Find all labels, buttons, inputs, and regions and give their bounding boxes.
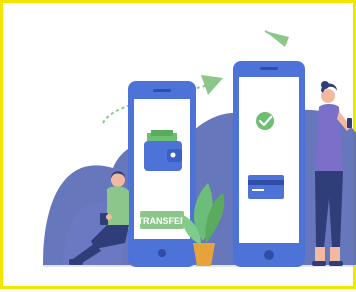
left-phone-home-button <box>158 249 166 257</box>
arrow-icon <box>201 75 223 95</box>
right-phone-speaker <box>260 67 278 70</box>
left-phone-speaker <box>153 89 171 92</box>
transfer-button-label: TRANSFER <box>138 216 187 226</box>
credit-card-icon <box>248 175 284 199</box>
wallet-icon <box>144 130 182 171</box>
right-phone-home-button <box>264 250 274 260</box>
right-phone-screen <box>239 77 299 243</box>
checkmark-icon <box>256 112 274 130</box>
transfer-illustration: TRANSFER <box>43 30 356 267</box>
illustration-frame: TRANSFER <box>0 0 356 289</box>
